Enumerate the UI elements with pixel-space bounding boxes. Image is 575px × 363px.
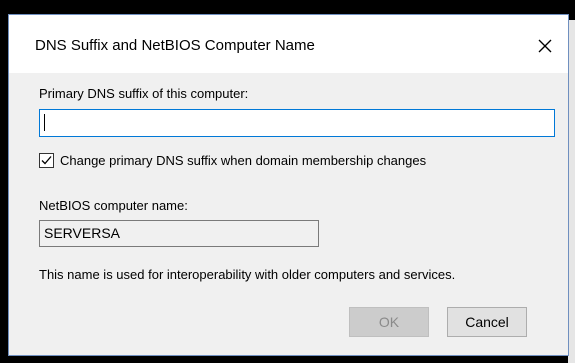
close-icon: [538, 39, 552, 53]
dns-suffix-dialog: DNS Suffix and NetBIOS Computer Name Pri…: [8, 14, 569, 356]
cancel-button[interactable]: Cancel: [447, 307, 527, 337]
dialog-title: DNS Suffix and NetBIOS Computer Name: [35, 37, 315, 54]
ok-button[interactable]: OK: [349, 307, 429, 337]
change-dns-suffix-label[interactable]: Change primary DNS suffix when domain me…: [60, 153, 426, 168]
dns-suffix-input[interactable]: [39, 109, 555, 137]
netbios-name-field: SERVERSA: [39, 220, 319, 247]
dns-suffix-label: Primary DNS suffix of this computer:: [39, 86, 249, 101]
text-caret: [44, 114, 45, 131]
checkmark-icon: [41, 156, 52, 165]
interoperability-note: This name is used for interoperability w…: [39, 267, 456, 282]
change-dns-suffix-checkbox[interactable]: [39, 153, 54, 168]
title-bar: DNS Suffix and NetBIOS Computer Name: [9, 15, 568, 73]
background-window: [568, 20, 575, 363]
netbios-name-label: NetBIOS computer name:: [39, 198, 188, 213]
close-button[interactable]: [528, 29, 562, 63]
